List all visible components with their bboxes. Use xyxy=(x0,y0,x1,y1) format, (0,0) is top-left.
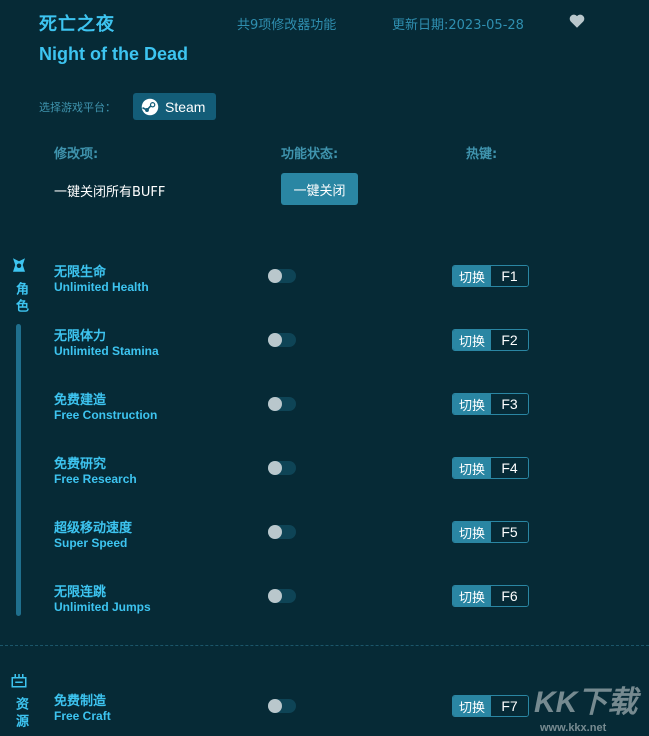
toggle-knob xyxy=(268,699,282,713)
column-header-option: 修改项: xyxy=(54,147,99,162)
game-title-en: Night of the Dead xyxy=(39,44,188,64)
hotkey-key: F7 xyxy=(491,696,528,716)
hotkey-switch-label: 切换 xyxy=(453,458,491,478)
hotkey-switch-label: 切换 xyxy=(453,394,491,414)
toggle-knob xyxy=(268,397,282,411)
toggle-switch[interactable] xyxy=(268,699,296,713)
heart-icon[interactable] xyxy=(568,12,586,30)
option-name-cn: 免费制造 xyxy=(54,694,107,709)
option-name-cn: 免费研究 xyxy=(54,457,107,472)
kkx-watermark-logo: KK下载 www.kkx.net xyxy=(534,686,641,734)
toggle-switch[interactable] xyxy=(268,589,296,603)
hotkey-button[interactable]: 切换 F4 xyxy=(452,457,529,479)
section-divider xyxy=(0,645,649,646)
toggle-knob xyxy=(268,589,282,603)
option-name-en: Unlimited Stamina xyxy=(54,344,159,358)
option-name-en: Free Craft xyxy=(54,709,111,723)
hotkey-key: F6 xyxy=(491,586,528,606)
hotkey-button[interactable]: 切换 F3 xyxy=(452,393,529,415)
hotkey-key: F1 xyxy=(491,266,528,286)
hotkey-switch-label: 切换 xyxy=(453,266,491,286)
toggle-knob xyxy=(268,269,282,283)
steam-platform-button[interactable]: Steam xyxy=(133,93,216,120)
hotkey-button[interactable]: 切换 F7 xyxy=(452,695,529,717)
option-name-en: Free Construction xyxy=(54,408,158,422)
all-off-button[interactable]: 一键关闭 xyxy=(281,173,358,205)
option-name-cn: 无限体力 xyxy=(54,329,107,344)
hotkey-key: F3 xyxy=(491,394,528,414)
toggle-knob xyxy=(268,525,282,539)
toggle-knob xyxy=(268,461,282,475)
watermark-logo-text: KK下载 xyxy=(534,686,641,719)
all-off-label: 一键关闭所有BUFF xyxy=(54,185,166,200)
resources-icon xyxy=(11,674,27,688)
hotkey-switch-label: 切换 xyxy=(453,330,491,350)
option-name-en: Free Research xyxy=(54,472,137,486)
update-date: 更新日期:2023-05-28 xyxy=(392,18,524,33)
hotkey-key: F5 xyxy=(491,522,528,542)
toggle-switch[interactable] xyxy=(268,269,296,283)
game-title-cn: 死亡之夜 xyxy=(39,14,115,35)
toggle-switch[interactable] xyxy=(268,397,296,411)
option-name-cn: 无限生命 xyxy=(54,265,107,280)
option-name-cn: 超级移动速度 xyxy=(54,521,133,536)
platform-label: 选择游戏平台： xyxy=(39,101,116,114)
hotkey-button[interactable]: 切换 F5 xyxy=(452,521,529,543)
column-header-status: 功能状态: xyxy=(281,147,339,162)
hotkey-button[interactable]: 切换 F1 xyxy=(452,265,529,287)
toggle-switch[interactable] xyxy=(268,461,296,475)
category-label-character: 角色 xyxy=(13,282,28,316)
hotkey-switch-label: 切换 xyxy=(453,696,491,716)
column-header-hotkey: 热键: xyxy=(466,147,498,162)
option-name-cn: 无限连跳 xyxy=(54,585,107,600)
steam-icon xyxy=(141,98,159,115)
steam-label: Steam xyxy=(165,98,206,115)
option-name-cn: 免费建造 xyxy=(54,393,107,408)
toggle-switch[interactable] xyxy=(268,525,296,539)
toggle-knob xyxy=(268,333,282,347)
toggle-switch[interactable] xyxy=(268,333,296,347)
hotkey-key: F4 xyxy=(491,458,528,478)
category-scrollbar[interactable] xyxy=(16,324,21,616)
hotkey-key: F2 xyxy=(491,330,528,350)
option-name-en: Super Speed xyxy=(54,536,128,550)
hotkey-switch-label: 切换 xyxy=(453,586,491,606)
option-name-en: Unlimited Health xyxy=(54,280,149,294)
character-icon xyxy=(13,258,25,272)
hotkey-button[interactable]: 切换 F2 xyxy=(452,329,529,351)
option-name-en: Unlimited Jumps xyxy=(54,600,151,614)
feature-count: 共9项修改器功能 xyxy=(237,18,337,33)
hotkey-button[interactable]: 切换 F6 xyxy=(452,585,529,607)
category-label-resources: 资源 xyxy=(13,697,28,731)
hotkey-switch-label: 切换 xyxy=(453,522,491,542)
watermark-url: www.kkx.net xyxy=(539,722,607,734)
